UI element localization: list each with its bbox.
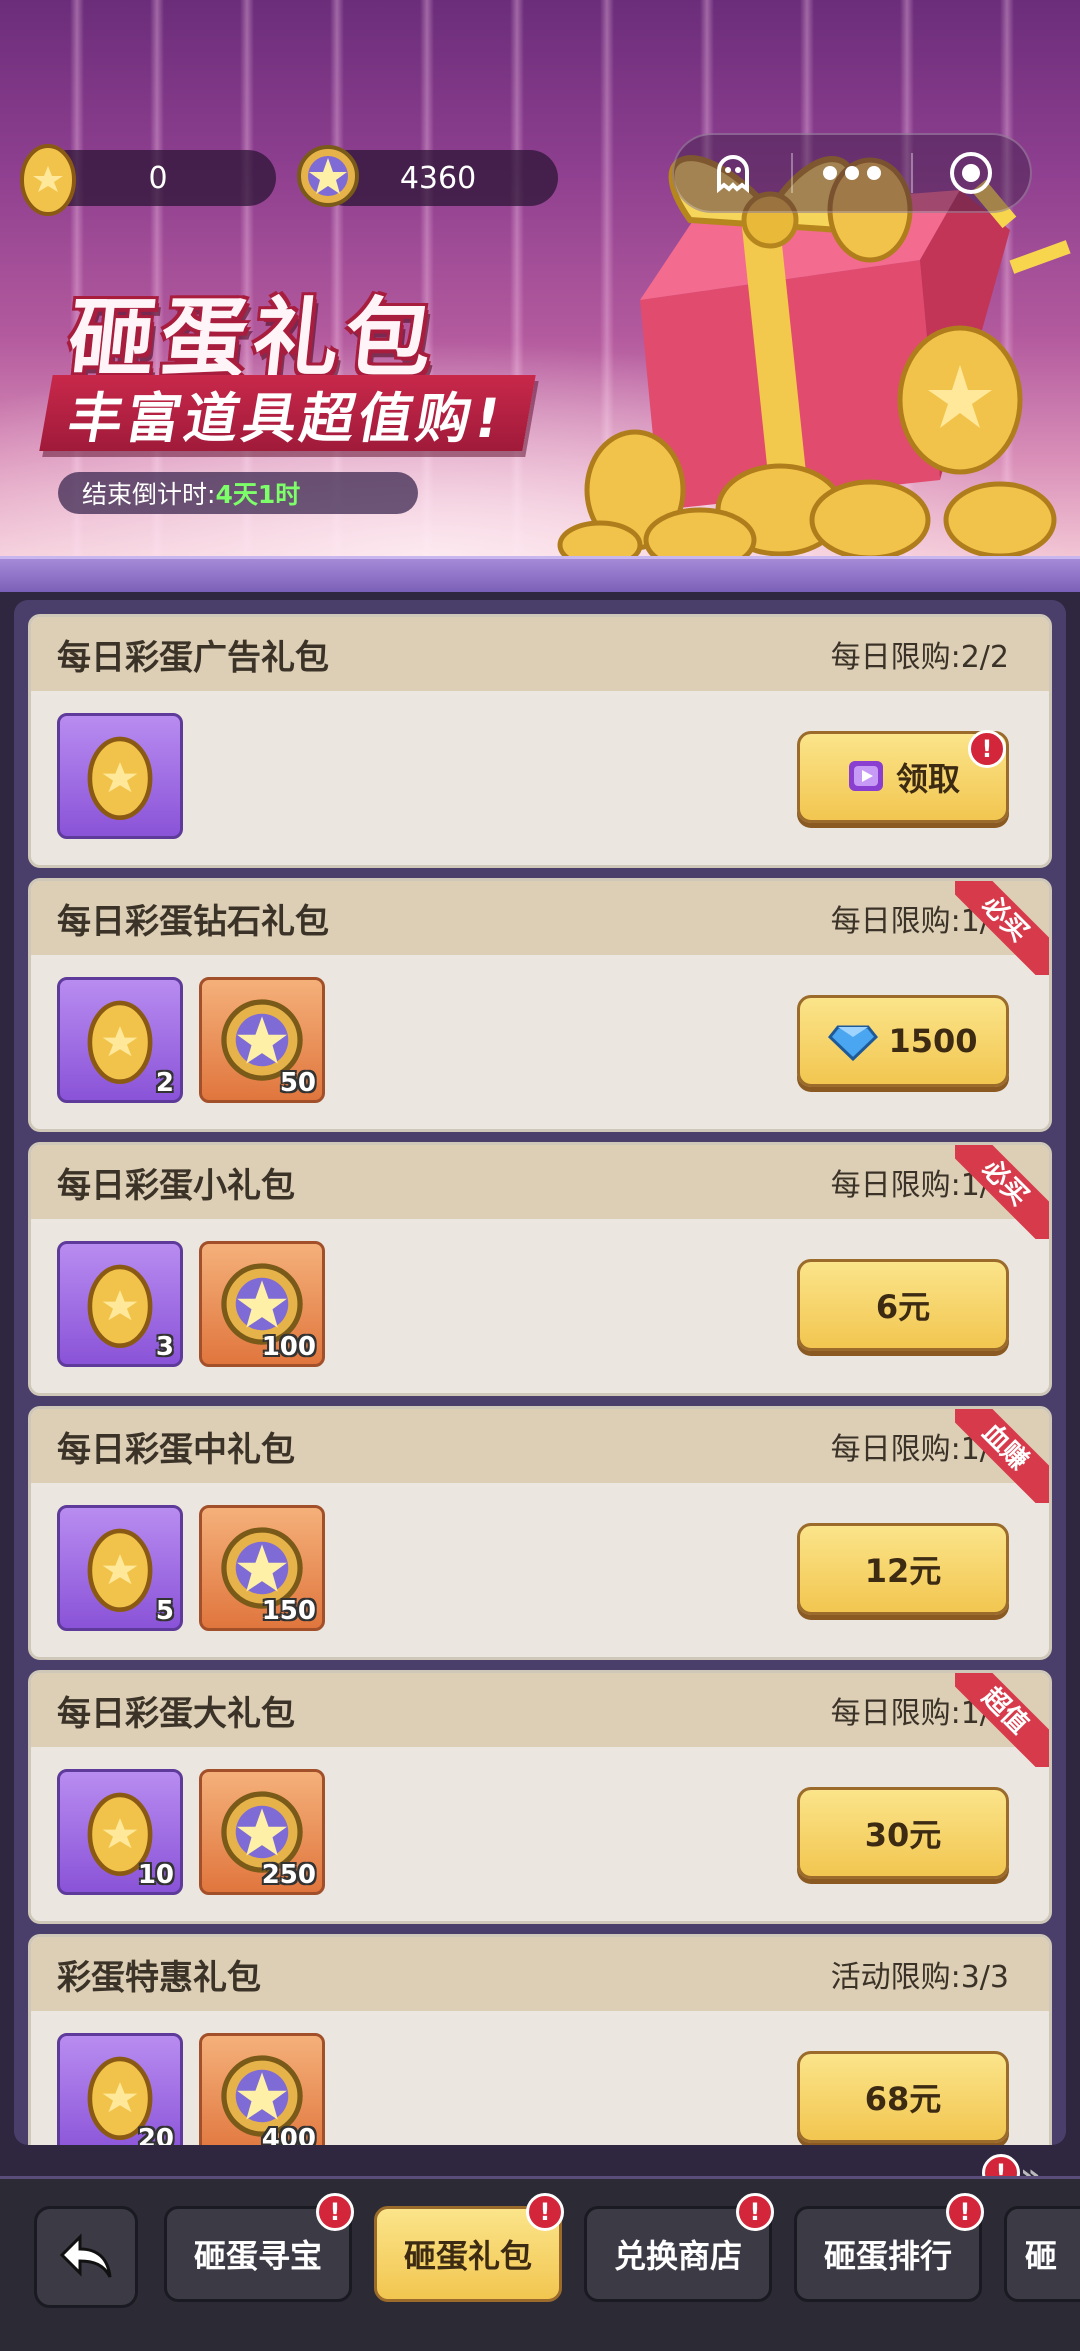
item-qty: 150 <box>261 1596 316 1626</box>
pack-card: 每日彩蛋大礼包 每日限购:1/1 超值 10 250 30元 <box>28 1670 1052 1924</box>
pack-header: 每日彩蛋中礼包 每日限购:1/1 <box>31 1409 1049 1483</box>
buy-button-label: 6元 <box>875 1288 931 1326</box>
pack-title: 每日彩蛋广告礼包 <box>57 637 329 678</box>
buy-button[interactable]: 1500 <box>797 995 1009 1087</box>
video-icon <box>848 761 883 791</box>
item-qty: 50 <box>279 1068 316 1098</box>
egg-icon <box>87 1264 153 1348</box>
pack-header: 每日彩蛋小礼包 每日限购:1/1 <box>31 1145 1049 1219</box>
countdown-value: 4天1时 <box>215 480 301 509</box>
buy-button-label: 1500 <box>888 1022 978 1060</box>
item-qty: 20 <box>137 2124 174 2145</box>
pack-card: 每日彩蛋小礼包 每日限购:1/1 必买 3 100 6元 <box>28 1142 1052 1396</box>
alert-badge: ! <box>316 2193 354 2231</box>
back-button[interactable] <box>34 2206 138 2308</box>
ghost-icon[interactable] <box>674 135 791 211</box>
pack-title: 每日彩蛋中礼包 <box>57 1429 295 1470</box>
countdown: 结束倒计时: 4天1时 <box>58 472 418 514</box>
banner-divider <box>0 556 1080 592</box>
egg-item[interactable]: 10 <box>57 1769 183 1895</box>
alert-badge: ! <box>968 730 1006 768</box>
diamond-icon <box>828 1025 879 1061</box>
buy-button[interactable]: 30元 <box>797 1787 1009 1879</box>
pack-limit: 活动限购:3/3 <box>830 1960 1009 1995</box>
alert-badge: ! <box>946 2193 984 2231</box>
item-qty: 5 <box>155 1596 174 1626</box>
alert-badge: ! <box>526 2193 564 2231</box>
tag-ribbon: 必买 <box>955 881 1049 975</box>
pack-card: 每日彩蛋广告礼包 每日限购:2/2 领取 <box>28 614 1052 868</box>
pack-card: 每日彩蛋钻石礼包 每日限购:1/1 必买 2 50 1500 <box>28 878 1052 1132</box>
banner: 砸蛋礼包 丰富道具超值购! 结束倒计时: 4天1时 <box>0 0 1080 560</box>
egg-icon <box>20 144 76 216</box>
pack-header: 每日彩蛋钻石礼包 每日限购:1/1 <box>31 881 1049 955</box>
buy-button-label: 12元 <box>864 1552 942 1590</box>
buy-button-label: 68元 <box>864 2080 942 2118</box>
pack-title: 每日彩蛋钻石礼包 <box>57 901 329 942</box>
alert-badge: ! <box>736 2193 774 2231</box>
pack-list[interactable]: 每日彩蛋广告礼包 每日限购:2/2 领取 每日彩蛋钻石礼包 每日限购:1/1 必… <box>14 600 1066 2145</box>
tag-ribbon: 血赚 <box>955 1409 1049 1503</box>
more-icon[interactable] <box>793 135 910 211</box>
bottom-nav: 砸蛋寻宝 砸蛋礼包 兑换商店 砸蛋排行 砸 ! ! ! ! <box>0 2176 1080 2351</box>
coin-item[interactable]: 50 <box>199 977 325 1103</box>
back-arrow-icon <box>59 2233 112 2278</box>
item-qty: 10 <box>137 1860 174 1890</box>
item-qty: 250 <box>261 1860 316 1890</box>
target-icon[interactable] <box>913 135 1030 211</box>
pack-title: 每日彩蛋大礼包 <box>57 1693 295 1734</box>
egg-icon <box>87 1528 153 1612</box>
coin-item[interactable]: 250 <box>199 1769 325 1895</box>
egg-count: 0 <box>148 160 168 196</box>
coin-item[interactable]: 400 <box>199 2033 325 2145</box>
coin-icon <box>297 145 359 207</box>
pack-limit: 每日限购:2/2 <box>830 640 1009 675</box>
egg-item[interactable]: 20 <box>57 2033 183 2145</box>
egg-icon <box>87 736 153 820</box>
banner-subtitle: 丰富道具超值购! <box>39 375 536 451</box>
pack-header: 每日彩蛋广告礼包 每日限购:2/2 <box>31 617 1049 691</box>
countdown-label: 结束倒计时: <box>82 480 216 509</box>
coin-item[interactable]: 100 <box>199 1241 325 1367</box>
pack-title: 每日彩蛋小礼包 <box>57 1165 295 1206</box>
pack-title: 彩蛋特惠礼包 <box>57 1957 261 1998</box>
claim-button-label: 领取 <box>895 760 960 798</box>
egg-item[interactable]: 3 <box>57 1241 183 1367</box>
buy-button[interactable]: 6元 <box>797 1259 1009 1351</box>
egg-icon <box>87 1000 153 1084</box>
egg-item[interactable] <box>57 713 183 839</box>
coin-item[interactable]: 150 <box>199 1505 325 1631</box>
buy-button-label: 30元 <box>864 1816 942 1854</box>
egg-item[interactable]: 5 <box>57 1505 183 1631</box>
buy-button[interactable]: 68元 <box>797 2051 1009 2143</box>
item-qty: 2 <box>155 1068 174 1098</box>
pack-header: 彩蛋特惠礼包 活动限购:3/3 <box>31 1937 1049 2011</box>
miniprogram-capsule <box>672 133 1032 213</box>
pack-header: 每日彩蛋大礼包 每日限购:1/1 <box>31 1673 1049 1747</box>
item-qty: 400 <box>261 2124 316 2145</box>
tab-more[interactable]: 砸 <box>1004 2206 1080 2302</box>
tag-ribbon: 必买 <box>955 1145 1049 1239</box>
pack-card: 每日彩蛋中礼包 每日限购:1/1 血赚 5 150 12元 <box>28 1406 1052 1660</box>
buy-button[interactable]: 12元 <box>797 1523 1009 1615</box>
item-qty: 3 <box>155 1332 174 1362</box>
egg-item[interactable]: 2 <box>57 977 183 1103</box>
coin-count: 4360 <box>399 160 477 196</box>
tag-ribbon: 超值 <box>955 1673 1049 1767</box>
item-qty: 100 <box>261 1332 316 1362</box>
pack-card: 彩蛋特惠礼包 活动限购:3/3 20 400 68元 <box>28 1934 1052 2145</box>
